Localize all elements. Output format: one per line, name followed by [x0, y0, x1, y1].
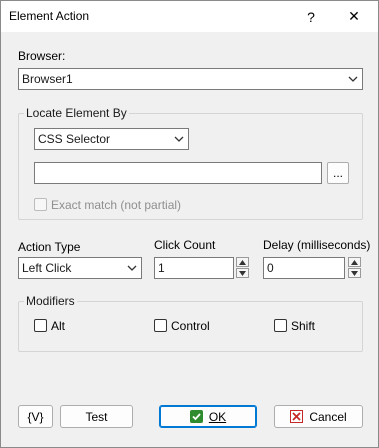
x-icon: [290, 410, 304, 423]
chevron-down-icon: [348, 76, 358, 82]
help-button[interactable]: ?: [291, 1, 331, 32]
locate-element-group-label: Locate Element By: [24, 106, 129, 120]
test-label: Test: [85, 409, 108, 424]
click-count-increment[interactable]: [236, 257, 249, 267]
chevron-down-icon: [174, 136, 184, 142]
checkmark-icon: [189, 410, 203, 423]
arrow-up-icon: [239, 259, 246, 265]
modifiers-group-label: Modifiers: [24, 294, 77, 308]
delay-increment[interactable]: [348, 257, 361, 267]
control-label: Control: [171, 319, 210, 333]
ok-label: OK: [208, 409, 227, 424]
browser-select-value: Browser1: [22, 72, 73, 86]
arrow-up-icon: [351, 259, 358, 265]
click-count-decrement[interactable]: [236, 268, 249, 278]
browser-label: Browser:: [18, 49, 66, 63]
click-count-value: 1: [158, 261, 165, 275]
test-button[interactable]: Test: [60, 405, 133, 428]
element-action-dialog: Element Action ? ✕ Browser: Browser1 Loc…: [0, 0, 379, 448]
window-title: Element Action: [9, 9, 90, 23]
delay-value: 0: [267, 261, 274, 275]
alt-label: Alt: [51, 319, 66, 333]
shift-label: Shift: [291, 319, 316, 333]
exact-match-checkbox[interactable]: [34, 198, 47, 211]
delay-spinner: [348, 257, 361, 279]
action-type-select[interactable]: Left Click: [18, 257, 142, 279]
variables-button[interactable]: {V}: [18, 405, 53, 428]
close-icon: ✕: [348, 8, 360, 24]
shift-checkbox[interactable]: [274, 319, 287, 332]
locate-method-value: CSS Selector: [38, 132, 111, 146]
action-type-label: Action Type: [18, 240, 81, 254]
control-checkbox[interactable]: [154, 319, 167, 332]
arrow-down-icon: [239, 270, 246, 276]
delay-decrement[interactable]: [348, 268, 361, 278]
browse-selector-button[interactable]: ...: [327, 162, 349, 184]
click-count-label: Click Count: [154, 238, 216, 252]
delay-label: Delay (milliseconds): [263, 238, 371, 252]
selector-input[interactable]: [34, 162, 322, 184]
variables-label: {V}: [27, 409, 44, 424]
action-type-value: Left Click: [22, 261, 72, 275]
click-count-input[interactable]: 1: [154, 257, 234, 279]
close-button[interactable]: ✕: [334, 1, 374, 32]
help-icon: ?: [307, 8, 315, 25]
arrow-down-icon: [351, 270, 358, 276]
title-bar: Element Action ? ✕: [1, 1, 378, 32]
browse-selector-label: ...: [332, 166, 343, 180]
alt-checkbox[interactable]: [34, 319, 47, 332]
ok-button[interactable]: OK: [159, 405, 257, 428]
locate-method-select[interactable]: CSS Selector: [34, 128, 189, 150]
chevron-down-icon: [127, 265, 137, 271]
cancel-button[interactable]: Cancel: [274, 405, 363, 428]
browser-select[interactable]: Browser1: [18, 68, 363, 90]
exact-match-label: Exact match (not partial): [51, 198, 182, 212]
click-count-spinner: [236, 257, 249, 279]
delay-input[interactable]: 0: [263, 257, 345, 279]
cancel-label: Cancel: [309, 409, 347, 424]
